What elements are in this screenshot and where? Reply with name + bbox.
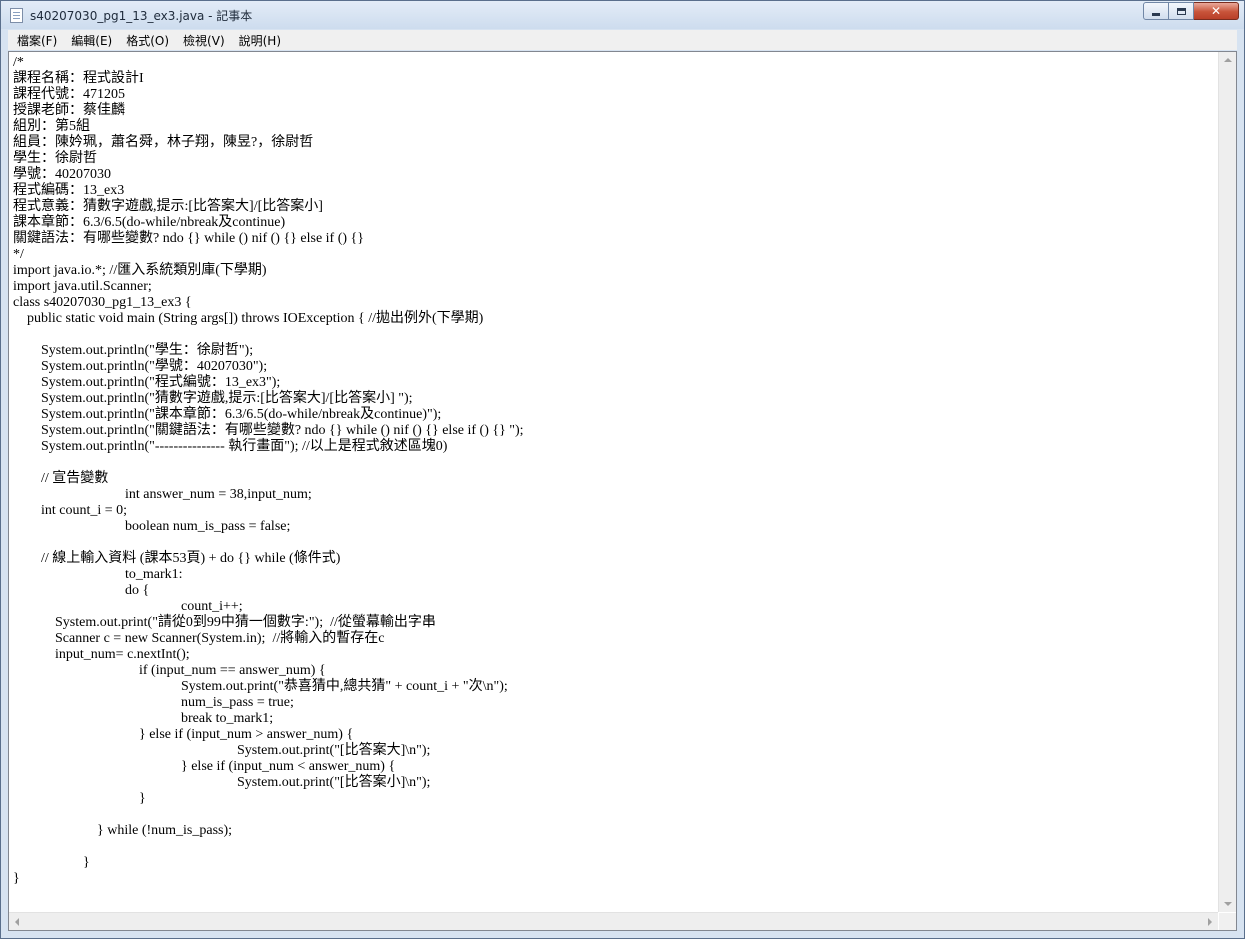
window-title: s40207030_pg1_13_ex3.java - 記事本 [30, 9, 253, 23]
caption-buttons: ✕ [1143, 2, 1239, 21]
menu-edit[interactable]: 編輯(E) [64, 32, 119, 49]
notepad-window: s40207030_pg1_13_ex3.java - 記事本 ✕ 檔案(F) … [0, 0, 1245, 939]
document-text[interactable]: /* 課程名稱：程式設計I 課程代號：471205 授課老師：蔡佳麟 組別：第5… [9, 52, 1218, 887]
text-editor[interactable]: /* 課程名稱：程式設計I 課程代號：471205 授課老師：蔡佳麟 組別：第5… [8, 51, 1237, 931]
title-bar[interactable]: s40207030_pg1_13_ex3.java - 記事本 ✕ [1, 1, 1244, 29]
scrollbar-corner [1219, 913, 1236, 930]
scroll-down-icon[interactable] [1224, 902, 1232, 906]
scroll-up-icon[interactable] [1224, 58, 1232, 62]
maximize-button[interactable] [1169, 2, 1194, 20]
minimize-button[interactable] [1143, 2, 1169, 20]
close-button[interactable]: ✕ [1194, 2, 1239, 20]
scroll-left-icon[interactable] [15, 918, 19, 926]
menu-bar: 檔案(F) 編輯(E) 格式(O) 檢視(V) 說明(H) [8, 30, 1237, 50]
vertical-scrollbar[interactable] [1218, 52, 1236, 912]
close-icon: ✕ [1210, 4, 1222, 18]
menu-file[interactable]: 檔案(F) [10, 32, 64, 49]
notepad-icon [10, 8, 23, 23]
minimize-icon [1152, 12, 1160, 16]
menu-help[interactable]: 說明(H) [232, 32, 288, 49]
text-area[interactable]: /* 課程名稱：程式設計I 課程代號：471205 授課老師：蔡佳麟 組別：第5… [9, 52, 1218, 912]
menu-format[interactable]: 格式(O) [119, 32, 176, 49]
horizontal-scrollbar[interactable] [9, 912, 1218, 930]
menu-view[interactable]: 檢視(V) [176, 32, 232, 49]
scroll-right-icon[interactable] [1208, 918, 1212, 926]
maximize-icon [1176, 7, 1186, 15]
